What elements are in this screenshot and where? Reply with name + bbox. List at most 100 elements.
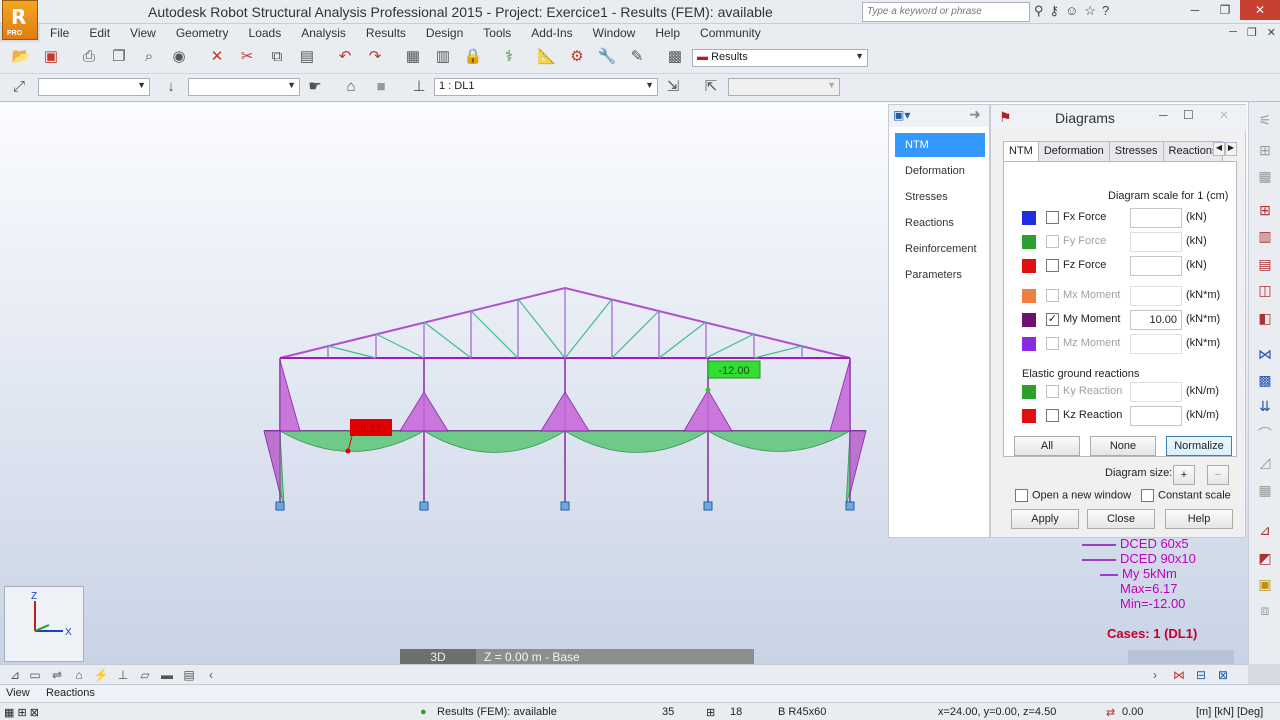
open-new-window-checkbox[interactable] <box>1015 489 1028 502</box>
color-swatch-fy[interactable] <box>1022 235 1036 249</box>
nav-ntm[interactable]: NTM <box>895 133 985 157</box>
grid-icon[interactable]: ▦ <box>4 707 14 719</box>
color-swatch-my[interactable] <box>1022 313 1036 327</box>
table-icon[interactable]: ▦ <box>402 46 424 68</box>
nav-reinforcement[interactable]: Reinforcement <box>895 237 985 261</box>
menu-design[interactable]: Design <box>416 24 473 42</box>
tool-icon-5[interactable]: ▥ <box>1254 228 1276 250</box>
restore-button[interactable]: ❐ <box>1210 0 1240 20</box>
nav-deformation[interactable]: Deformation <box>895 159 985 183</box>
input-mz-scale[interactable] <box>1130 334 1182 354</box>
star-icon[interactable]: ☆ <box>1084 3 1096 21</box>
constant-scale-checkbox[interactable] <box>1141 489 1154 502</box>
view-tool-icon-10[interactable]: ⋈ <box>1168 664 1190 686</box>
dialog-minimize-button[interactable]: ─ <box>1159 108 1168 122</box>
tool-icon-12[interactable]: ⌒ <box>1254 424 1276 446</box>
help-button[interactable]: Help <box>1165 509 1233 529</box>
color-swatch-fz[interactable] <box>1022 259 1036 273</box>
book-icon[interactable]: ❐ <box>108 46 130 68</box>
diagram-size-plus-button[interactable]: + <box>1173 465 1195 485</box>
tool-icon-14[interactable]: ▦ <box>1254 482 1276 504</box>
checkbox-fy[interactable] <box>1046 235 1059 248</box>
nav-reactions[interactable]: Reactions <box>895 211 985 235</box>
checkbox-fx[interactable] <box>1046 211 1059 224</box>
tab-stresses[interactable]: Stresses <box>1108 141 1164 161</box>
help-search-input[interactable]: Type a keyword or phrase <box>862 2 1030 22</box>
case-icon[interactable]: ⊥ <box>408 76 430 98</box>
print-icon[interactable]: ⎙ <box>78 46 100 68</box>
mdi-minimize-button[interactable]: ─ <box>1229 26 1237 39</box>
input-my-scale[interactable]: 10.00 <box>1130 310 1182 330</box>
view-tool-icon-11[interactable]: ⊟ <box>1190 664 1212 686</box>
input-fy-scale[interactable] <box>1130 232 1182 252</box>
tool-icon-7[interactable]: ◫ <box>1254 282 1276 304</box>
normalize-button[interactable]: Normalize <box>1166 436 1232 456</box>
tool-icon-9[interactable]: ⋈ <box>1254 346 1276 368</box>
menu-loads[interactable]: Loads <box>239 24 292 42</box>
input-ky-scale[interactable] <box>1130 382 1182 402</box>
tool-icon-2[interactable]: ⊞ <box>1254 142 1276 164</box>
image-icon[interactable]: ▣▾ <box>893 108 910 122</box>
checkbox-ky[interactable] <box>1046 385 1059 398</box>
work-plane-select[interactable]: Z = 0.00 m - Base <box>476 649 754 664</box>
view-tool-icon-7[interactable]: ▱ <box>134 664 156 686</box>
tool-icon-15[interactable]: ⊿ <box>1254 522 1276 544</box>
nav-stresses[interactable]: Stresses <box>895 185 985 209</box>
dialog-close-button[interactable]: ✕ <box>1219 108 1229 122</box>
tool-icon-18[interactable]: ⧈ <box>1254 602 1276 624</box>
disabled-select[interactable]: ▼ <box>728 78 840 96</box>
load-display-icon[interactable]: ⇲ <box>662 76 684 98</box>
tool-icon-11[interactable]: ⇊ <box>1254 398 1276 420</box>
preview-icon[interactable]: ⌕ <box>138 46 160 68</box>
delete-icon[interactable]: ✕ <box>206 46 228 68</box>
apply-button[interactable]: Apply <box>1011 509 1079 529</box>
menu-community[interactable]: Community <box>690 24 771 42</box>
scroll-left-icon[interactable]: ‹ <box>200 664 222 686</box>
all-button[interactable]: All <box>1014 436 1080 456</box>
none-button[interactable]: None <box>1090 436 1156 456</box>
checkbox-mx[interactable] <box>1046 289 1059 302</box>
color-swatch-fx[interactable] <box>1022 211 1036 225</box>
view-tool-icon-4[interactable]: ⌂ <box>68 664 90 686</box>
tool-icon-3[interactable]: ▦ <box>1254 168 1276 190</box>
layout-select[interactable]: ▬ Results ▼ <box>692 49 868 67</box>
node-select-icon[interactable]: ⤢ <box>8 76 30 98</box>
menu-edit[interactable]: Edit <box>79 24 120 42</box>
menu-window[interactable]: Window <box>583 24 646 42</box>
app-logo[interactable]: R PRO <box>2 0 38 40</box>
input-fx-scale[interactable] <box>1130 208 1182 228</box>
open-new-window-option[interactable]: Open a new window <box>1015 489 1131 502</box>
mdi-close-button[interactable]: ✕ <box>1267 26 1276 39</box>
view-tool-icon-12[interactable]: ⊠ <box>1212 664 1234 686</box>
tool-icon-4[interactable]: ⊞ <box>1254 202 1276 224</box>
view-tool-icon-8[interactable]: ▬ <box>156 664 178 686</box>
settings-icon[interactable]: ⚙ <box>566 46 588 68</box>
view-tool-icon-3[interactable]: ⇌ <box>46 664 68 686</box>
view-3d-button[interactable]: 3D <box>400 649 476 664</box>
tab-view[interactable]: View <box>6 687 30 699</box>
tools-icon[interactable]: 🔧 <box>596 46 618 68</box>
menu-addins[interactable]: Add-Ins <box>521 24 582 42</box>
undo-icon[interactable]: ↶ <box>334 46 356 68</box>
checkbox-kz[interactable] <box>1046 409 1059 422</box>
tab-reactions-view[interactable]: Reactions <box>46 687 95 699</box>
tool-icon-8[interactable]: ◧ <box>1254 310 1276 332</box>
tool-icon-16[interactable]: ◩ <box>1254 550 1276 572</box>
help-icon[interactable]: ? <box>1102 3 1109 21</box>
camera-icon[interactable]: ◉ <box>168 46 190 68</box>
tab-ntm[interactable]: NTM <box>1003 141 1039 163</box>
dialog-maximize-button[interactable]: ☐ <box>1183 108 1194 122</box>
menu-view[interactable]: View <box>120 24 166 42</box>
diagram-size-minus-button[interactable]: − <box>1207 465 1229 485</box>
close-button[interactable]: ✕ <box>1240 0 1280 20</box>
tool-icon-6[interactable]: ▤ <box>1254 256 1276 278</box>
status-units[interactable]: [m] [kN] [Deg] <box>1196 706 1263 718</box>
input-fz-scale[interactable] <box>1130 256 1182 276</box>
binoculars-icon[interactable]: ⚲ <box>1034 3 1044 21</box>
copy-icon[interactable]: ⧉ <box>266 46 288 68</box>
nav-parameters[interactable]: Parameters <box>895 263 985 287</box>
scroll-right-icon[interactable]: › <box>1144 664 1166 686</box>
structure-type-icon[interactable]: ✎ <box>626 46 648 68</box>
color-swatch-mz[interactable] <box>1022 337 1036 351</box>
view-tool-icon-1[interactable]: ⊿ <box>4 664 26 686</box>
